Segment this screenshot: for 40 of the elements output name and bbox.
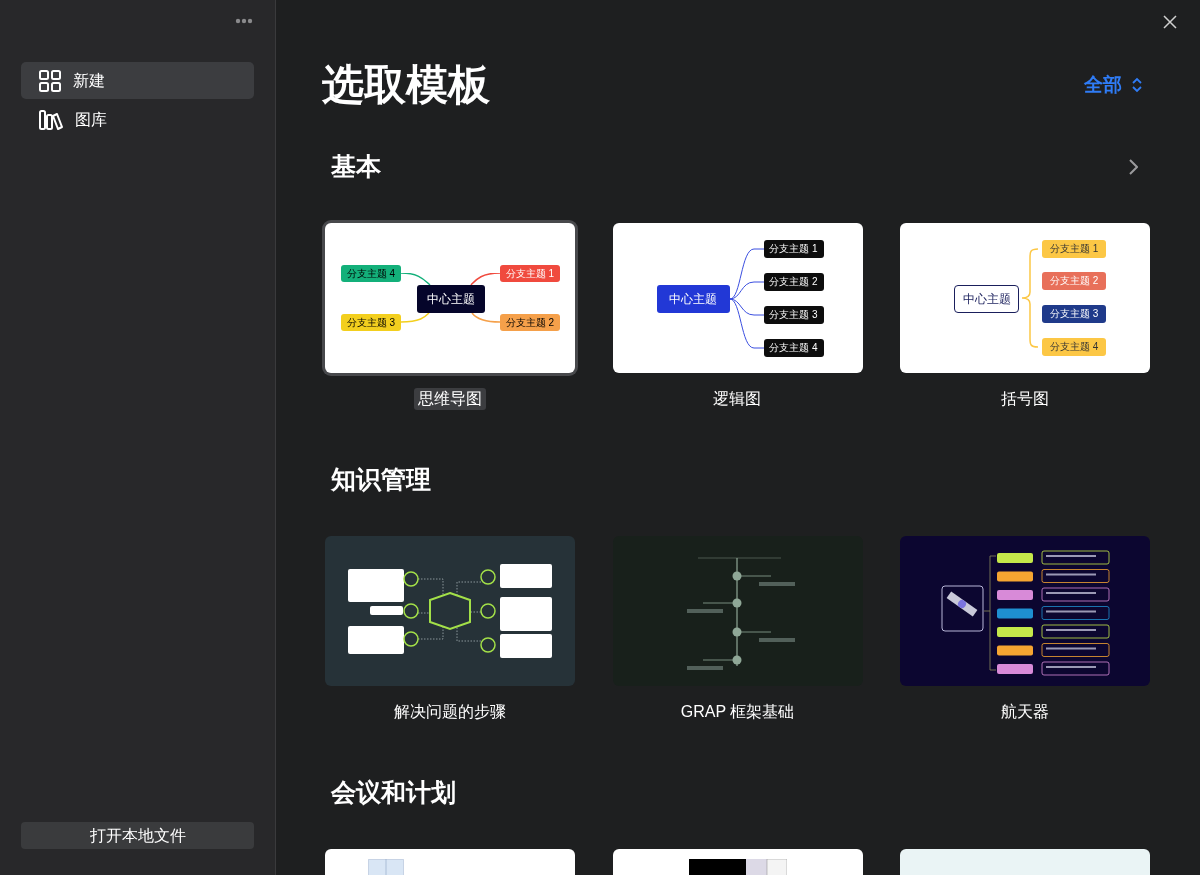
chevron-up-down-icon xyxy=(1132,77,1142,93)
section-title: 会议和计划 xyxy=(331,777,456,809)
more-icon[interactable] xyxy=(235,18,253,24)
template-label: 航天器 xyxy=(1000,702,1051,722)
template-label: GRAP 框架基础 xyxy=(679,702,796,722)
branch-topic: 分支主题 3 xyxy=(1042,305,1107,323)
template-card[interactable]: 中心主题 分支主题 1 分支主题 2 分支主题 3 分支主题 4 xyxy=(612,223,863,373)
chevron-right-icon[interactable] xyxy=(1128,159,1138,175)
branch-topic: 分支主题 2 xyxy=(1042,272,1107,290)
branch-topic: 分支主题 4 xyxy=(1042,338,1107,356)
branch-topic: 分支主题 3 xyxy=(763,306,824,324)
template-card[interactable] xyxy=(324,536,575,686)
template-label: 思维导图 xyxy=(413,388,486,410)
sidebar-item[interactable]: 图库 xyxy=(21,101,254,138)
grid-icon xyxy=(39,69,61,92)
branch-topic: 分支主题 2 xyxy=(763,273,824,291)
branch-topic: 分支主题 1 xyxy=(1042,240,1107,258)
books-icon xyxy=(39,108,63,131)
central-topic: 中心主题 xyxy=(954,285,1020,313)
branch-topic: 分支主题 4 xyxy=(763,339,824,357)
page-title: 选取模板 xyxy=(322,64,490,106)
central-topic: 中心主题 xyxy=(656,285,730,313)
branch-topic: 分支主题 4 xyxy=(340,265,401,282)
sidebar-item[interactable]: 新建 xyxy=(21,62,254,99)
branch-topic: 分支主题 2 xyxy=(499,314,560,331)
branch-topic: 分支主题 3 xyxy=(340,314,401,331)
template-label: 解决问题的步骤 xyxy=(392,702,507,722)
branch-topic: 分支主题 1 xyxy=(763,240,824,258)
template-card[interactable]: 中心主题 分支主题 4 分支主题 1 分支主题 3 分支主题 2 xyxy=(324,223,575,373)
central-topic: 中心主题 xyxy=(416,285,485,313)
section-title: 基本 xyxy=(331,151,381,183)
open-local-file-button[interactable]: 打开本地文件 xyxy=(21,822,254,849)
close-icon[interactable] xyxy=(1163,15,1177,29)
template-card[interactable] xyxy=(900,536,1151,686)
template-label: 逻辑图 xyxy=(712,389,763,409)
section-title: 知识管理 xyxy=(331,464,431,496)
template-card[interactable]: 中心主题 分支主题 1 分支主题 2 分支主题 3 分支主题 4 xyxy=(900,223,1151,373)
branch-topic: 分支主题 1 xyxy=(499,265,560,282)
template-label: 括号图 xyxy=(1000,389,1051,409)
filter-dropdown[interactable]: 全部 xyxy=(1084,70,1150,100)
